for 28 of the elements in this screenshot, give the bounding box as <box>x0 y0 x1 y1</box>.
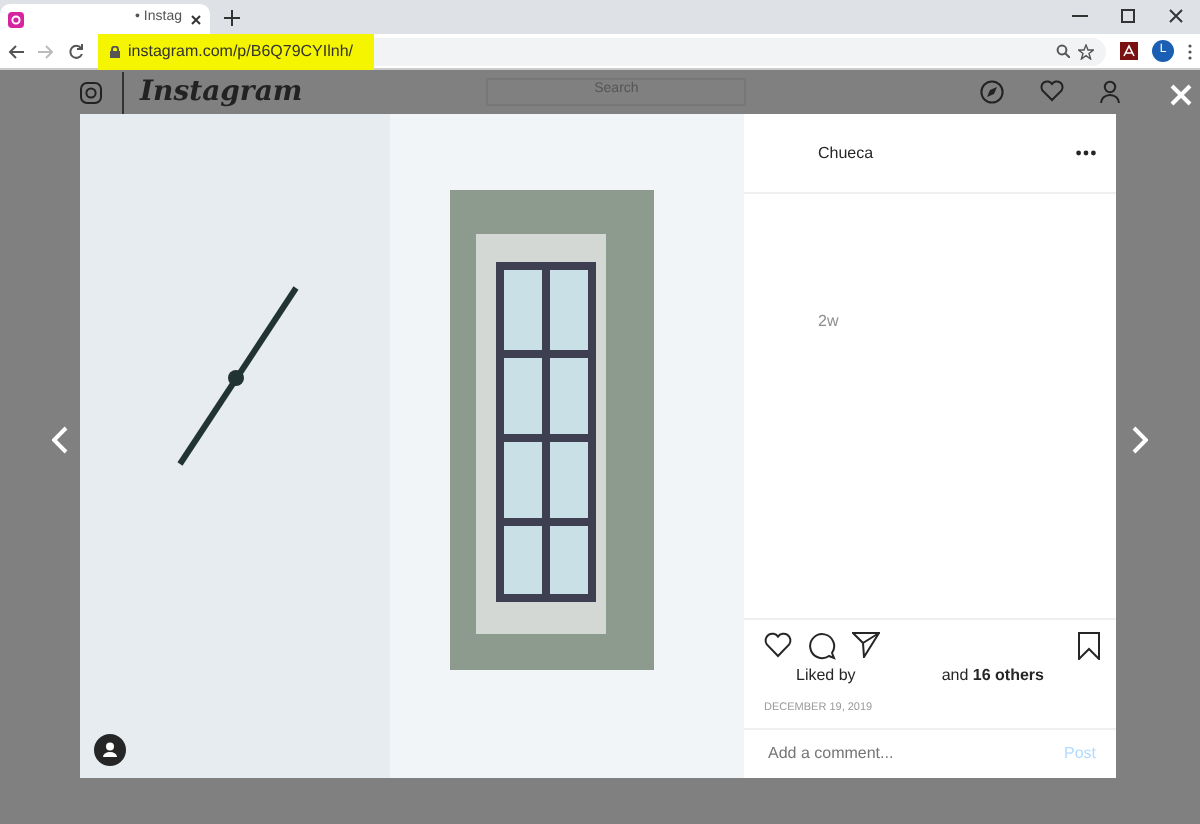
post-time: 2w <box>818 312 839 330</box>
likes-count[interactable]: and 16 others <box>941 663 1044 688</box>
bookmark-icon[interactable] <box>1078 631 1100 660</box>
back-icon[interactable] <box>8 43 24 59</box>
star-icon[interactable] <box>1078 43 1094 59</box>
comment-icon[interactable] <box>808 631 836 660</box>
chevron-left-icon[interactable] <box>52 426 68 454</box>
camera-icon[interactable] <box>80 81 102 103</box>
reload-icon[interactable] <box>68 43 84 59</box>
lock-icon <box>110 45 120 57</box>
close-icon[interactable] <box>1168 8 1184 24</box>
close-icon[interactable] <box>190 13 202 25</box>
liked-by-text: Liked by <box>796 663 856 688</box>
person-icon[interactable] <box>1100 80 1120 104</box>
app-icon <box>8 11 24 27</box>
compass-icon[interactable] <box>980 80 1004 104</box>
pdf-extension-icon[interactable] <box>1120 42 1138 60</box>
chevron-right-icon[interactable] <box>1132 426 1148 454</box>
maximize-icon[interactable] <box>1120 8 1136 24</box>
location-link[interactable]: Chueca <box>818 141 874 165</box>
share-icon[interactable] <box>852 632 880 659</box>
user-tag-icon[interactable] <box>94 734 126 766</box>
url-text: instagram.com/p/B6Q79CYIlnh/ <box>128 39 353 63</box>
address-bar[interactable]: instagram.com/p/B6Q79CYIlnh/ <box>98 37 1106 65</box>
new-tab-icon[interactable] <box>224 10 240 26</box>
heart-icon[interactable] <box>764 632 792 659</box>
zoom-icon[interactable] <box>1056 44 1070 58</box>
more-options-icon[interactable] <box>1076 150 1096 156</box>
